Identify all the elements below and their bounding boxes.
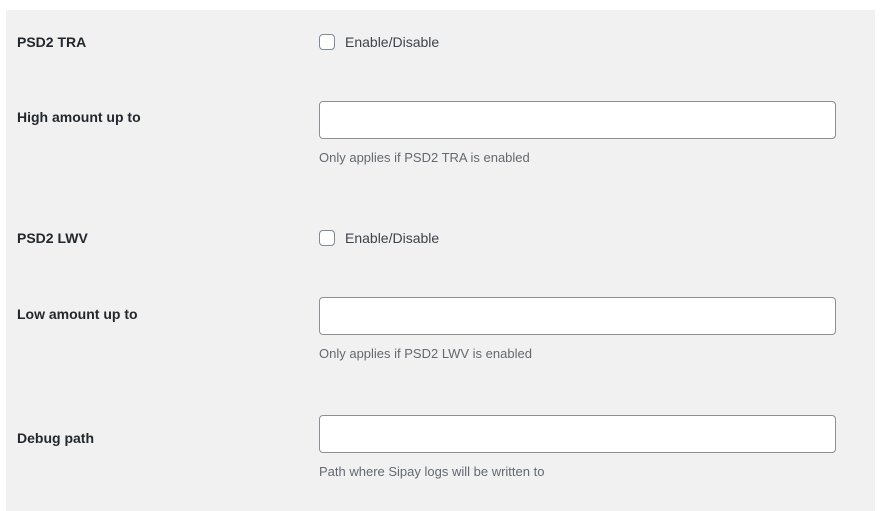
settings-panel: PSD2 TRA Enable/Disable High amount up t… bbox=[6, 10, 875, 511]
psd2-tra-label: PSD2 TRA bbox=[17, 34, 87, 50]
high-amount-label: High amount up to bbox=[17, 109, 141, 125]
debug-path-input[interactable] bbox=[319, 415, 836, 453]
debug-path-label: Debug path bbox=[17, 430, 94, 446]
low-amount-description: Only applies if PSD2 LWV is enabled bbox=[319, 346, 532, 361]
high-amount-input[interactable] bbox=[319, 101, 836, 139]
psd2-tra-checkbox-control[interactable]: Enable/Disable bbox=[319, 32, 439, 52]
psd2-tra-checkbox-label[interactable]: Enable/Disable bbox=[345, 33, 439, 51]
psd2-tra-checkbox[interactable] bbox=[319, 34, 335, 50]
high-amount-description: Only applies if PSD2 TRA is enabled bbox=[319, 150, 530, 165]
psd2-lwv-label: PSD2 LWV bbox=[17, 230, 88, 246]
psd2-lwv-checkbox[interactable] bbox=[319, 230, 335, 246]
low-amount-label: Low amount up to bbox=[17, 306, 138, 322]
psd2-lwv-checkbox-control[interactable]: Enable/Disable bbox=[319, 228, 439, 248]
psd2-lwv-checkbox-label[interactable]: Enable/Disable bbox=[345, 229, 439, 247]
debug-path-description: Path where Sipay logs will be written to bbox=[319, 464, 545, 479]
low-amount-input[interactable] bbox=[319, 297, 836, 335]
